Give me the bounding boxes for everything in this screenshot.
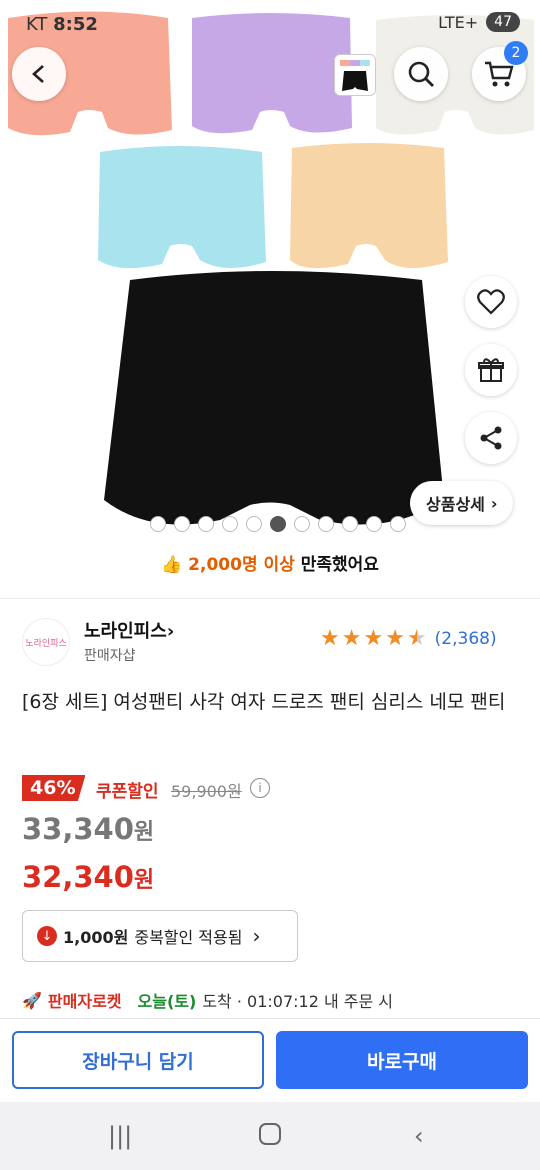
back-arrow-icon — [32, 65, 44, 83]
recent-apps-icon[interactable]: ||| — [108, 1122, 132, 1150]
info-icon[interactable]: i — [250, 778, 270, 798]
pagination-dot — [294, 516, 310, 532]
discount-rate-badge: 46% — [22, 775, 86, 801]
search-button[interactable] — [394, 47, 448, 101]
duplicate-discount-button[interactable]: ↓ 1,000원 중복할인 적용됨 › — [22, 910, 298, 962]
cart-icon — [485, 61, 514, 87]
gallery-pagination — [150, 516, 406, 532]
star-icon: ★ — [385, 626, 405, 651]
buy-now-button[interactable]: 바로구매 — [276, 1031, 528, 1089]
original-price: 59,900원 — [171, 782, 242, 801]
back-button[interactable] — [12, 47, 66, 101]
rating-summary[interactable]: ★ ★ ★ ★ ★ (2,368) — [320, 628, 497, 650]
rocket-icon: 🚀 — [22, 990, 42, 1010]
delivery-info: 🚀 판매자로켓 오늘(토) 도착 · 01:07:12 내 주문 시 — [22, 988, 393, 1012]
price-before-coupon: 33,340원 — [22, 812, 155, 846]
pagination-dot — [246, 516, 262, 532]
satisfaction-text: 만족했어요 — [300, 555, 379, 575]
gift-button[interactable] — [465, 344, 517, 396]
duplicate-discount-text: 중복할인 적용됨 — [134, 928, 243, 947]
back-nav-icon[interactable]: ‹ — [414, 1122, 424, 1150]
seller-type: 판매자샵 — [84, 648, 136, 664]
rocket-badge: 판매자로켓 — [47, 992, 122, 1011]
gift-icon — [478, 358, 504, 382]
coupon-discount-label: 쿠폰할인 — [96, 782, 159, 802]
wishlist-button[interactable] — [465, 276, 517, 328]
cart-count-badge: 2 — [504, 41, 528, 65]
product-detail-button[interactable]: 상품상세 › — [410, 481, 514, 525]
cart-button[interactable]: 2 — [472, 41, 528, 101]
thumbs-up-icon: 👍 — [161, 555, 183, 575]
seller-logo[interactable]: 노라인피스 — [22, 618, 70, 666]
divider — [0, 598, 540, 599]
satisfaction-count: 2,000명 이상 — [188, 555, 295, 575]
arrival-text: 도착 · 01:07:12 내 주문 시 — [202, 992, 394, 1011]
final-price: 32,340원 — [22, 860, 155, 894]
pagination-dot — [174, 516, 190, 532]
star-icon: ★ — [363, 626, 384, 651]
pagination-dot — [342, 516, 358, 532]
seller-name-link[interactable]: 노라인피스› — [84, 617, 174, 643]
battery-indicator: 47 — [486, 12, 520, 32]
pagination-dot — [270, 516, 286, 532]
pagination-dot — [318, 516, 334, 532]
half-star-icon: ★ — [406, 626, 427, 651]
pagination-dot — [366, 516, 382, 532]
star-icon: ★ — [320, 626, 340, 651]
share-icon — [480, 426, 502, 450]
down-arrow-icon: ↓ — [37, 926, 57, 946]
status-bar: KT 8:52 LTE+ 47 — [0, 0, 540, 52]
pagination-dot — [390, 516, 406, 532]
pagination-dot — [198, 516, 214, 532]
image-thumbnail-button[interactable] — [334, 54, 376, 96]
home-icon[interactable] — [258, 1122, 282, 1152]
pagination-dot — [222, 516, 238, 532]
chevron-right-icon: › — [252, 924, 261, 948]
thumbnail-image — [340, 60, 370, 91]
search-icon — [408, 61, 434, 87]
product-detail-label: 상품상세 — [426, 495, 485, 514]
network-label: LTE+ — [438, 12, 479, 32]
chevron-right-icon: › — [166, 621, 175, 642]
heart-icon — [477, 289, 505, 315]
chevron-right-icon: › — [490, 493, 498, 513]
satisfaction-banner: 👍 2,000명 이상 만족했어요 — [0, 550, 540, 575]
share-button[interactable] — [465, 412, 517, 464]
review-count: (2,368) — [434, 629, 497, 649]
add-to-cart-button[interactable]: 장바구니 담기 — [12, 1031, 264, 1089]
pagination-dot — [150, 516, 166, 532]
status-carrier-time: KT 8:52 — [26, 14, 98, 35]
status-right-icons: LTE+ 47 — [438, 12, 520, 32]
arrival-day: 오늘(토) — [137, 992, 197, 1011]
product-title: [6장 세트] 여성팬티 사각 여자 드로즈 팬티 심리스 네모 팬티 — [22, 691, 506, 713]
duplicate-discount-amount: 1,000원 — [63, 928, 129, 947]
seller-logo-text: 노라인피스 — [25, 638, 67, 649]
star-icon: ★ — [341, 626, 362, 651]
